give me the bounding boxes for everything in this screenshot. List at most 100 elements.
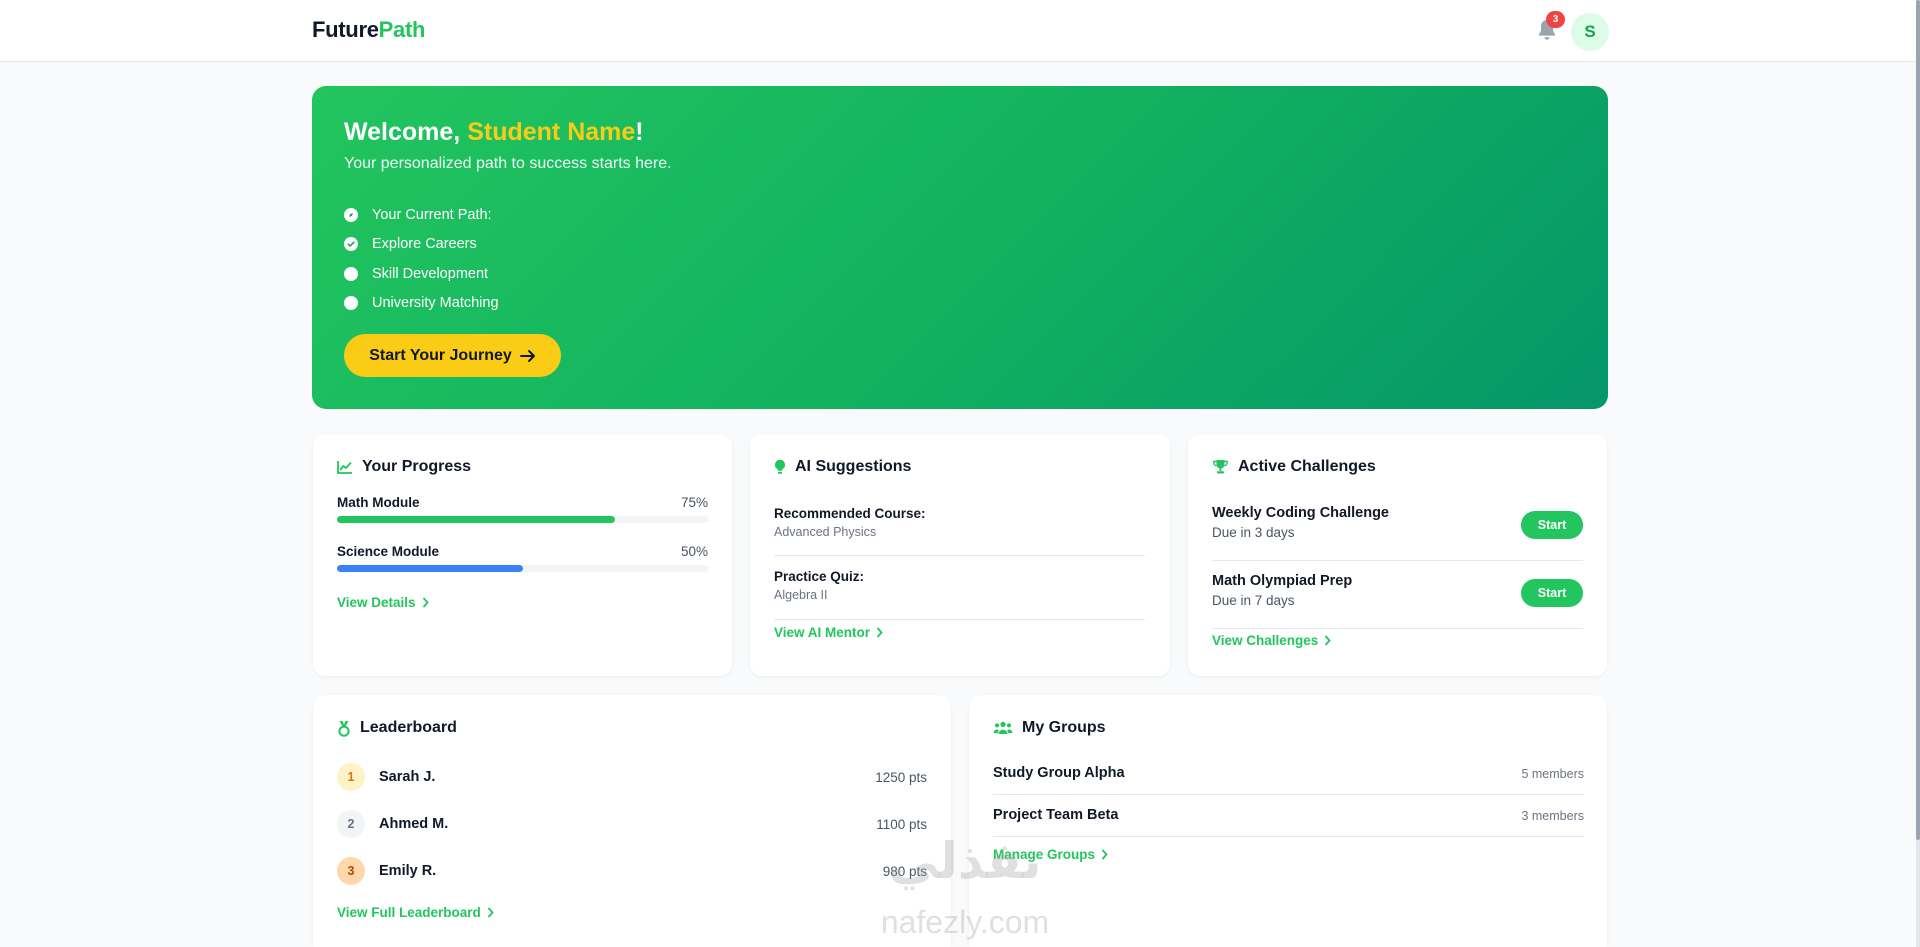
path-step-label: Your Current Path: [372, 206, 492, 223]
path-step-current: Your Current Path: [344, 200, 499, 230]
path-step-university-matching: University Matching [344, 289, 499, 319]
card-title: Your Progress [337, 458, 471, 476]
start-journey-button[interactable]: Start Your Journey [344, 334, 561, 377]
ai-title: AI Suggestions [795, 458, 912, 475]
card-title: My Groups [993, 719, 1106, 737]
chevron-right-icon [876, 627, 883, 638]
rank-badge: 1 [337, 763, 365, 791]
chart-line-icon [337, 461, 352, 474]
group-row[interactable]: Study Group Alpha 5 members [993, 765, 1584, 781]
empty-circle-icon [344, 296, 358, 311]
path-steps: Your Current Path: Explore Careers Skill… [344, 200, 499, 318]
start-challenge-button[interactable]: Start [1521, 511, 1583, 539]
suggestion-practice-quiz[interactable]: Practice Quiz: Algebra II [774, 569, 1145, 602]
path-step-label: University Matching [372, 295, 499, 312]
ai-suggestions-card: AI Suggestions Recommended Course: Advan… [750, 434, 1170, 676]
divider [993, 836, 1584, 837]
brand-part-path: Path [378, 17, 426, 42]
view-full-leaderboard-link[interactable]: View Full Leaderboard [337, 905, 494, 920]
path-step-skill-development: Skill Development [344, 259, 499, 289]
leaderboard-row: 3 Emily R. 980 pts [337, 856, 927, 886]
arrow-right-icon [519, 349, 535, 362]
manage-groups-label: Manage Groups [993, 847, 1096, 862]
view-details-label: View Details [337, 595, 416, 610]
users-icon [993, 721, 1013, 734]
leaderboard-row: 2 Ahmed M. 1100 pts [337, 809, 927, 839]
medal-icon [338, 720, 350, 737]
progress-track [337, 516, 708, 523]
view-ai-mentor-link[interactable]: View AI Mentor [774, 625, 883, 640]
progress-percent: 50% [680, 544, 708, 559]
progress-fill [337, 565, 523, 572]
chevron-right-icon [1101, 849, 1108, 860]
chevron-right-icon [422, 597, 429, 608]
leaderboard-row: 1 Sarah J. 1250 pts [337, 762, 927, 792]
group-member-count: 5 members [1521, 767, 1584, 781]
group-name: Study Group Alpha [993, 765, 1125, 781]
challenge-math-olympiad: Math Olympiad Prep Due in 7 days Start [1212, 573, 1583, 608]
card-title: Active Challenges [1212, 458, 1376, 476]
groups-title: My Groups [1022, 719, 1106, 736]
challenges-title: Active Challenges [1238, 458, 1376, 475]
my-groups-card: My Groups Study Group Alpha 5 members Pr… [969, 695, 1607, 947]
notification-badge: 3 [1546, 11, 1565, 28]
group-member-count: 3 members [1521, 809, 1584, 823]
welcome-exclaim: ! [635, 118, 644, 146]
brand-part-future: Future [312, 17, 379, 42]
progress-fill [337, 516, 616, 523]
rank-badge: 3 [337, 857, 365, 885]
suggestion-value: Advanced Physics [774, 525, 877, 539]
chevron-right-icon [1325, 635, 1332, 646]
progress-card: Your Progress Math Module 75% Science Mo… [313, 434, 732, 676]
hero-title: Welcome, Student Name! [344, 118, 644, 147]
divider [1212, 560, 1583, 561]
start-challenge-button[interactable]: Start [1521, 579, 1583, 607]
view-full-leaderboard-label: View Full Leaderboard [337, 905, 481, 920]
leaderboard-name: Emily R. [379, 863, 437, 879]
avatar[interactable]: S [1571, 13, 1609, 51]
path-step-label: Explore Careers [372, 236, 477, 253]
view-challenges-label: View Challenges [1212, 633, 1319, 648]
divider [1212, 628, 1583, 629]
leaderboard-points: 1250 pts [875, 769, 927, 785]
challenge-weekly-coding: Weekly Coding Challenge Due in 3 days St… [1212, 505, 1583, 540]
trophy-icon [1213, 460, 1228, 474]
card-title: Leaderboard [337, 719, 457, 737]
suggestion-label: Practice Quiz: [774, 569, 865, 584]
brand-logo[interactable]: FuturePath [312, 17, 425, 43]
lightbulb-icon [775, 459, 785, 474]
card-title: AI Suggestions [774, 458, 911, 476]
rank-badge: 2 [337, 810, 365, 838]
divider [993, 794, 1584, 795]
hero-subtitle: Your personalized path to success starts… [344, 155, 672, 172]
scrollbar-thumb[interactable] [1916, 0, 1920, 840]
leaderboard-name: Sarah J. [379, 769, 436, 785]
start-journey-label: Start Your Journey [369, 346, 512, 364]
view-ai-mentor-label: View AI Mentor [774, 625, 871, 640]
chevron-right-icon [487, 907, 494, 918]
active-challenges-card: Active Challenges Weekly Coding Challeng… [1188, 434, 1607, 676]
suggestion-value: Algebra II [774, 588, 828, 602]
view-details-link[interactable]: View Details [337, 595, 429, 610]
page-scrollbar[interactable] [1916, 0, 1920, 947]
progress-track [337, 565, 708, 572]
path-step-explore-careers: Explore Careers [344, 230, 499, 260]
leaderboard-title: Leaderboard [360, 719, 457, 736]
group-row[interactable]: Project Team Beta 3 members [993, 807, 1584, 823]
suggestion-recommended-course[interactable]: Recommended Course: Advanced Physics [774, 506, 1145, 539]
view-challenges-link[interactable]: View Challenges [1212, 633, 1332, 648]
progress-label: Math Module [337, 495, 420, 510]
student-name: Student Name [467, 118, 636, 146]
progress-title: Your Progress [362, 458, 472, 475]
empty-circle-icon [344, 266, 358, 281]
check-circle-icon [344, 237, 358, 252]
divider [774, 619, 1145, 620]
divider [774, 555, 1145, 556]
leaderboard-name: Ahmed M. [379, 816, 449, 832]
manage-groups-link[interactable]: Manage Groups [993, 847, 1108, 862]
leaderboard-points: 980 pts [882, 863, 927, 879]
progress-label: Science Module [337, 544, 440, 559]
compass-icon [344, 207, 358, 222]
welcome-text: Welcome, [344, 118, 468, 146]
leaderboard-points: 1100 pts [876, 816, 927, 832]
